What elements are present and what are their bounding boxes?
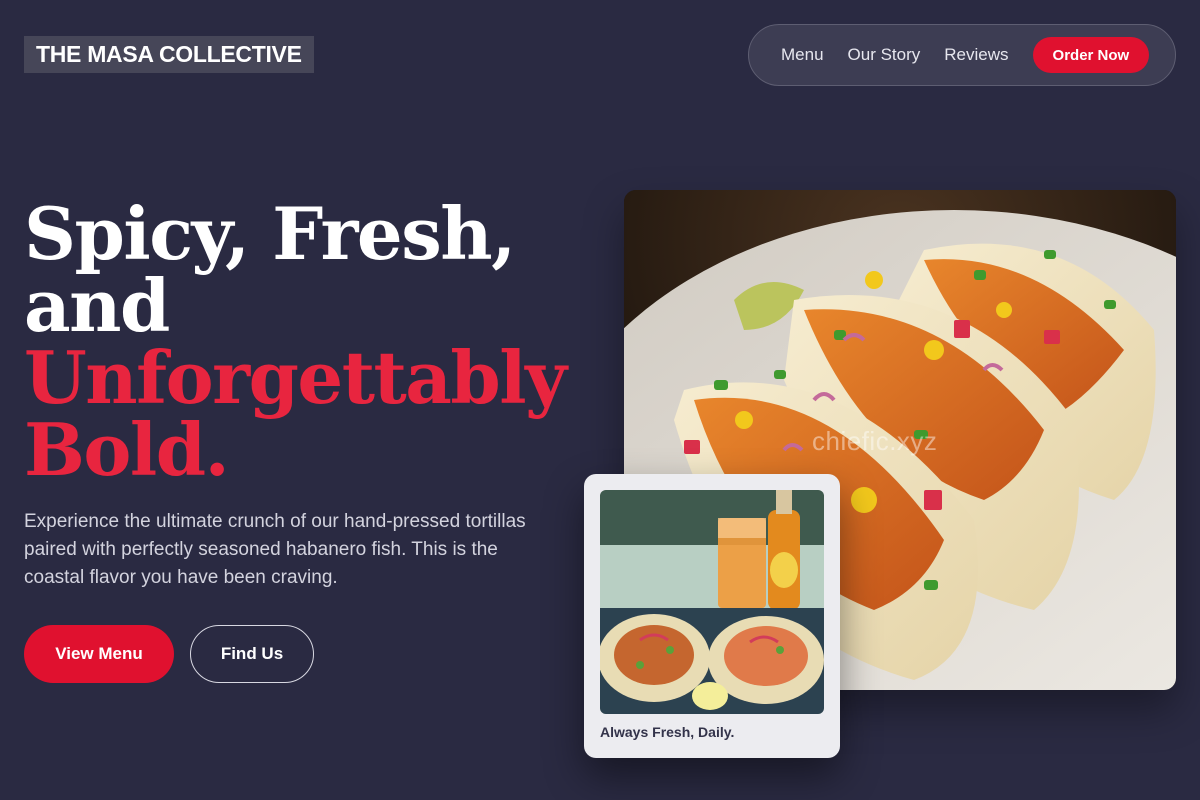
card-food-image: [600, 490, 824, 714]
find-us-button[interactable]: Find Us: [190, 625, 314, 683]
hero-subcopy: Experience the ultimate crunch of our ha…: [24, 511, 526, 588]
main-nav: Menu Our Story Reviews Order Now: [748, 24, 1176, 86]
nav-link-reviews[interactable]: Reviews: [944, 45, 1008, 65]
headline-line-1: Spicy, Fresh,: [24, 191, 516, 276]
brand-name: THE MASA COLLECTIVE: [36, 41, 302, 67]
nav-link-menu[interactable]: Menu: [781, 45, 824, 65]
fresh-daily-card[interactable]: Always Fresh, Daily.: [584, 474, 840, 758]
nav-link-our-story[interactable]: Our Story: [848, 45, 921, 65]
landing-page: THE MASA COLLECTIVE Menu Our Story Revie…: [0, 0, 1200, 800]
view-menu-button[interactable]: View Menu: [24, 625, 174, 683]
image-watermark: chiefic.xyz: [812, 426, 938, 456]
brand-logo[interactable]: THE MASA COLLECTIVE: [24, 36, 314, 73]
headline-line-2: and: [24, 263, 170, 348]
order-now-button[interactable]: Order Now: [1032, 37, 1150, 73]
headline-accent-line-2: Bold.: [24, 407, 230, 492]
hero-headline: Spicy, Fresh, and Unforgettably Bold.: [24, 191, 567, 492]
card-caption: Always Fresh, Daily.: [600, 724, 735, 740]
headline-accent-line-1: Unforgettably: [24, 335, 567, 420]
